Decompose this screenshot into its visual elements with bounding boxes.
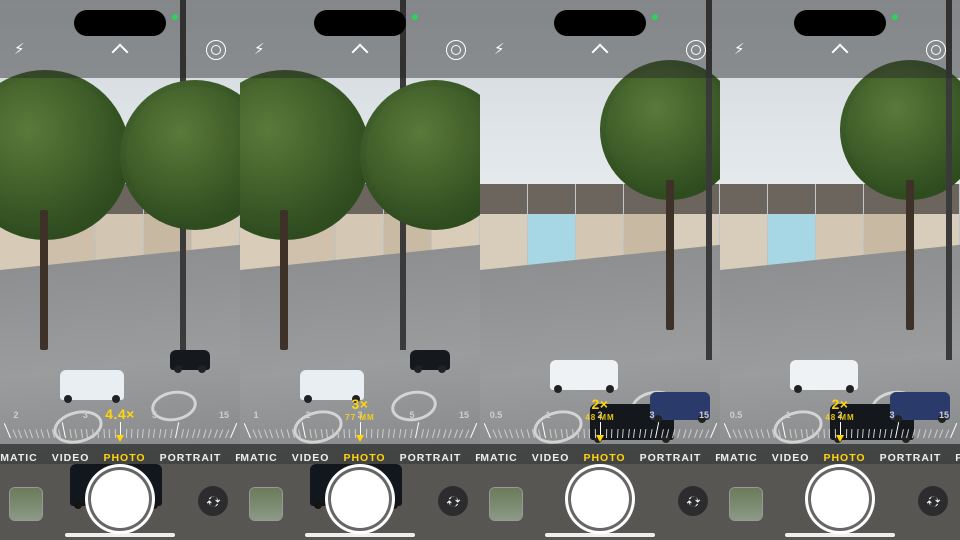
switch-camera-icon	[685, 493, 702, 510]
zoom-dial-stop[interactable]: 15	[939, 410, 949, 420]
dynamic-island	[554, 10, 646, 36]
home-indicator[interactable]	[545, 533, 655, 537]
expand-controls-chevron-icon[interactable]	[593, 42, 607, 56]
zoom-dial-stop[interactable]: 5	[409, 410, 414, 420]
live-photo-toggle-icon[interactable]	[926, 40, 946, 60]
switch-camera-button[interactable]	[678, 486, 708, 516]
live-photo-toggle-icon[interactable]	[686, 40, 706, 60]
live-photo-toggle-icon[interactable]	[446, 40, 466, 60]
switch-camera-icon	[445, 493, 462, 510]
zoom-dial-stop[interactable]: 2	[13, 410, 18, 420]
shutter-button[interactable]	[811, 470, 869, 528]
zoom-dial-stop[interactable]: 15	[219, 410, 229, 420]
dynamic-island	[74, 10, 166, 36]
phone-screenshot: ⚡︎0.5123152×48 MMCINEMATICVIDEOPHOTOPORT…	[480, 0, 720, 540]
mode-pano[interactable]: PANO	[955, 452, 960, 474]
camera-active-indicator-icon	[412, 14, 418, 20]
mode-portrait[interactable]: PORTRAIT	[400, 452, 462, 474]
flash-toggle-icon[interactable]: ⚡︎	[14, 42, 25, 57]
zoom-dial-stop[interactable]: 0.5	[730, 410, 743, 420]
switch-camera-button[interactable]	[918, 486, 948, 516]
last-photo-thumbnail[interactable]	[490, 488, 522, 520]
zoom-dial-needle-icon	[356, 435, 364, 442]
shutter-button[interactable]	[91, 470, 149, 528]
zoom-dial-stop[interactable]: 3	[889, 410, 894, 420]
camera-active-indicator-icon	[652, 14, 658, 20]
mode-video[interactable]: VIDEO	[772, 452, 810, 474]
shutter-button[interactable]	[571, 470, 629, 528]
mode-video[interactable]: VIDEO	[532, 452, 570, 474]
zoom-dial-needle-icon	[836, 435, 844, 442]
zoom-dial-stop[interactable]: 5	[152, 410, 157, 420]
zoom-dial-stop[interactable]: 1	[785, 410, 790, 420]
switch-camera-button[interactable]	[198, 486, 228, 516]
zoom-dial-stop[interactable]: 0.5	[490, 410, 503, 420]
switch-camera-icon	[205, 493, 222, 510]
last-photo-thumbnail[interactable]	[730, 488, 762, 520]
home-indicator[interactable]	[785, 533, 895, 537]
zoom-dial-stop[interactable]: 15	[459, 410, 469, 420]
zoom-readout: 2×48 MM	[585, 396, 614, 422]
zoom-dial-stop[interactable]: 1	[253, 410, 258, 420]
switch-camera-button[interactable]	[438, 486, 468, 516]
flash-toggle-icon[interactable]: ⚡︎	[734, 42, 745, 57]
live-photo-toggle-icon[interactable]	[206, 40, 226, 60]
camera-active-indicator-icon	[172, 14, 178, 20]
expand-controls-chevron-icon[interactable]	[353, 42, 367, 56]
zoom-dial[interactable]: 2 3 5 15	[0, 364, 240, 444]
mode-video[interactable]: VIDEO	[292, 452, 330, 474]
switch-camera-icon	[925, 493, 942, 510]
mode-portrait[interactable]: PORTRAIT	[160, 452, 222, 474]
zoom-dial-stop[interactable]: 3	[649, 410, 654, 420]
camera-active-indicator-icon	[892, 14, 898, 20]
zoom-readout: 2×48 MM	[825, 396, 854, 422]
mode-cinematic[interactable]: CINEMATIC	[720, 452, 758, 474]
mode-portrait[interactable]: PORTRAIT	[880, 452, 942, 474]
zoom-readout: 3×77 MM	[345, 396, 374, 422]
mode-portrait[interactable]: PORTRAIT	[640, 452, 702, 474]
phone-screenshot: ⚡︎235154.4×CINEMATICVIDEOPHOTOPORTRAITPA…	[0, 0, 240, 540]
mode-cinematic[interactable]: CINEMATIC	[240, 452, 278, 474]
zoom-dial-stop[interactable]: 2	[305, 410, 310, 420]
zoom-dial-stop[interactable]: 3	[83, 410, 88, 420]
phone-screenshot: ⚡︎0.5123152×48 MMCINEMATICVIDEOPHOTOPORT…	[720, 0, 960, 540]
zoom-dial-stop[interactable]: 1	[545, 410, 550, 420]
last-photo-thumbnail[interactable]	[250, 488, 282, 520]
shutter-button[interactable]	[331, 470, 389, 528]
home-indicator[interactable]	[305, 533, 415, 537]
dynamic-island	[794, 10, 886, 36]
dynamic-island	[314, 10, 406, 36]
last-photo-thumbnail[interactable]	[10, 488, 42, 520]
mode-video[interactable]: VIDEO	[52, 452, 90, 474]
home-indicator[interactable]	[65, 533, 175, 537]
flash-toggle-icon[interactable]: ⚡︎	[494, 42, 505, 57]
mode-cinematic[interactable]: CINEMATIC	[480, 452, 518, 474]
phone-screenshot: ⚡︎1235153×77 MMCINEMATICVIDEOPHOTOPORTRA…	[240, 0, 480, 540]
zoom-dial-needle-icon	[596, 435, 604, 442]
zoom-dial-stop[interactable]: 15	[699, 410, 709, 420]
zoom-dial-needle-icon	[116, 435, 124, 442]
expand-controls-chevron-icon[interactable]	[833, 42, 847, 56]
mode-cinematic[interactable]: CINEMATIC	[0, 452, 38, 474]
zoom-readout: 4.4×	[105, 406, 135, 422]
flash-toggle-icon[interactable]: ⚡︎	[254, 42, 265, 57]
expand-controls-chevron-icon[interactable]	[113, 42, 127, 56]
